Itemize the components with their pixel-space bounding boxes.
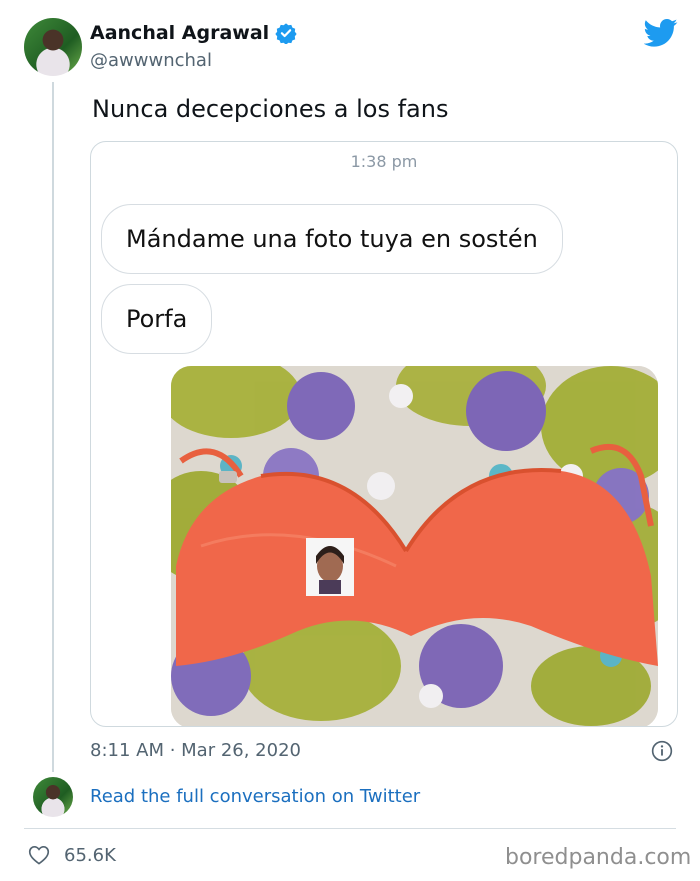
twitter-bird-icon[interactable]	[644, 18, 678, 48]
tweet-text: Nunca decepciones a los fans	[92, 95, 449, 123]
author-handle[interactable]: @awwwnchal	[90, 50, 212, 71]
media-card[interactable]: 1:38 pm Mándame una foto tuya en sostén …	[90, 141, 678, 727]
chat-bubble: Mándame una foto tuya en sostén	[101, 204, 563, 274]
bra-photo[interactable]	[171, 366, 658, 726]
photo-illustration	[171, 366, 658, 726]
like-count: 65.6K	[64, 845, 116, 866]
thread-line	[52, 82, 54, 772]
author-name-row[interactable]: Aanchal Agrawal	[90, 22, 297, 44]
divider	[24, 828, 676, 829]
reply-avatar[interactable]	[33, 777, 73, 817]
verified-icon	[275, 23, 297, 44]
chat-bubble: Porfa	[101, 284, 213, 354]
heart-icon[interactable]	[28, 845, 50, 865]
read-conversation-link[interactable]: Read the full conversation on Twitter	[90, 786, 420, 807]
watermark: boredpanda.com	[505, 845, 692, 870]
info-icon[interactable]	[651, 740, 673, 762]
author-name[interactable]: Aanchal Agrawal	[90, 22, 269, 44]
chat-time: 1:38 pm	[350, 152, 418, 171]
author-avatar[interactable]	[24, 18, 82, 76]
tweet-timestamp[interactable]: 8:11 AM · Mar 26, 2020	[90, 740, 301, 761]
